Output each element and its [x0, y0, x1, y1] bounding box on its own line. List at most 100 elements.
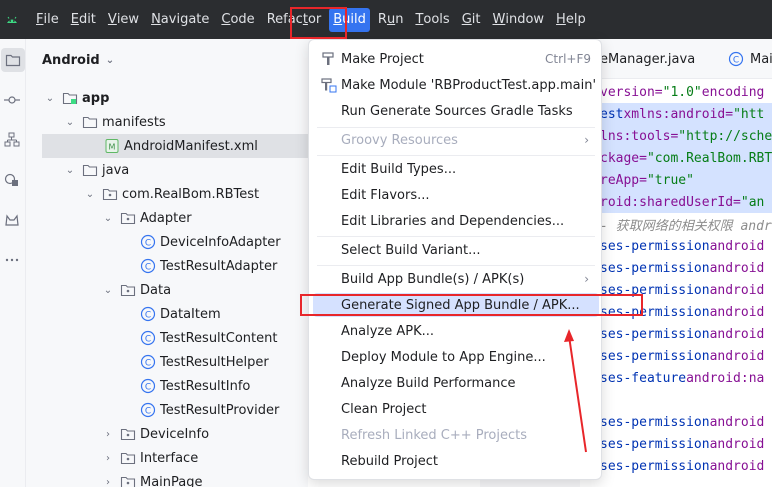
chevron-down-icon[interactable]: ⌄ [102, 284, 114, 296]
code-line[interactable]: lns:tools= "http://sche [600, 125, 772, 147]
chevron-down-icon[interactable]: ⌄ [64, 116, 76, 128]
code-line[interactable]: roid:sharedUserId= "an [600, 191, 772, 213]
structure-icon[interactable] [0, 128, 24, 152]
menu-item-label: Groovy Resources [341, 132, 458, 148]
code-token: xmlns:android= [623, 106, 734, 122]
code-token: android [709, 436, 765, 452]
code-line[interactable]: reApp= "true" [600, 169, 772, 191]
chevron-right-icon[interactable]: › [102, 476, 114, 487]
menu-item-label: Refresh Linked C++ Projects [341, 427, 528, 443]
menu-navigate[interactable]: Navigate [147, 8, 213, 32]
menu-help[interactable]: Help [552, 8, 590, 32]
resource-manager-icon[interactable] [0, 168, 24, 192]
tree-node-mainpage[interactable]: › MainPage [26, 470, 308, 487]
tree-node-class[interactable]: C TestResultAdapter [26, 254, 308, 278]
menu-tools[interactable]: Tools [411, 8, 453, 32]
menu-git[interactable]: Git [458, 8, 485, 32]
menu-run[interactable]: Run [374, 8, 408, 32]
code-line[interactable]: ckage= "com.RealBom.RBT [600, 147, 772, 169]
code-line[interactable]: ses-permission android [600, 301, 764, 323]
menu-separator [317, 236, 595, 237]
code-line[interactable]: ses-permission android [600, 455, 764, 477]
code-line[interactable]: est xmlns:android= "htt [600, 103, 772, 125]
tree-label: TestResultHelper [160, 354, 269, 370]
chevron-down-icon[interactable]: ⌄ [102, 212, 114, 224]
code-token: version= [600, 84, 663, 100]
groovy-resources-item[interactable]: Groovy Resources › [313, 128, 599, 152]
code-line[interactable]: version= "1.0" encoding [600, 81, 764, 103]
code-token: android [709, 326, 765, 342]
code-token: encoding [701, 84, 765, 100]
code-line[interactable]: - 获取网络的相关权限 andr [600, 213, 772, 235]
code-line[interactable]: ses-permission android [600, 411, 764, 433]
tree-node-manifests[interactable]: ⌄ manifests [26, 110, 308, 134]
make-module-item[interactable]: Make Module 'RBProductTest.app.main' [313, 73, 599, 97]
chevron-down-icon[interactable]: ⌄ [44, 92, 56, 104]
project-view-selector[interactable]: Android ⌄ [42, 53, 114, 68]
tree-node-class[interactable]: C TestResultProvider [26, 398, 308, 422]
red-arrow-annotation [564, 329, 587, 453]
tree-node-class[interactable]: C DataItem [26, 302, 308, 326]
code-line[interactable]: ses-permission android [600, 235, 764, 257]
tree-node-interface[interactable]: › Interface [26, 446, 308, 470]
main-menubar: File Edit View Navigate Code Refac t or Bu… [0, 0, 772, 39]
code-token: ses-permission [600, 348, 710, 364]
run-generate-sources-item[interactable]: Run Generate Sources Gradle Tasks [313, 99, 599, 123]
code-token: "true" [646, 172, 694, 188]
code-line[interactable]: ses-permission android [600, 257, 764, 279]
tree-node-java[interactable]: ⌄ java [26, 158, 308, 182]
tree-node-class[interactable]: C DeviceInfoAdapter [26, 230, 308, 254]
tab-device-manager[interactable]: eManager.java [600, 39, 695, 79]
select-build-variant-item[interactable]: Select Build Variant... [313, 238, 599, 262]
tab-main[interactable]: C Main [728, 39, 772, 79]
chevron-right-icon[interactable]: › [102, 452, 114, 464]
code-comment: - 获取网络的相关权限 andr [600, 218, 772, 234]
tree-node-androidmanifest[interactable]: M AndroidManifest.xml [42, 134, 308, 158]
code-line[interactable]: ses-permission android [600, 345, 764, 367]
class-icon: C [140, 330, 156, 346]
tree-node-data[interactable]: ⌄ Data [26, 278, 308, 302]
project-tool-window: Android ⌄ ⌄ app ⌄ manifests M AndroidMan… [26, 39, 308, 487]
menu-refactor[interactable]: Refac t or [263, 8, 326, 32]
tree-node-deviceinfo[interactable]: › DeviceInfo [26, 422, 308, 446]
menu-code[interactable]: Code [217, 8, 258, 32]
more-tools-icon[interactable] [0, 248, 24, 272]
edit-build-types-item[interactable]: Edit Build Types... [313, 157, 599, 181]
chevron-right-icon[interactable]: › [102, 428, 114, 440]
build-bundle-apk-item[interactable]: Build App Bundle(s) / APK(s) › [313, 267, 599, 291]
tree-node-package[interactable]: ⌄ com.RealBom.RBTest [26, 182, 308, 206]
code-line[interactable]: ses-permission android [600, 279, 764, 301]
svg-text:M: M [109, 143, 116, 152]
code-line[interactable]: ses-feature android:na [600, 367, 764, 389]
tree-node-class[interactable]: C TestResultHelper [26, 350, 308, 374]
edit-flavors-item[interactable]: Edit Flavors... [313, 183, 599, 207]
chevron-down-icon: ⌄ [105, 55, 115, 66]
tree-node-app[interactable]: ⌄ app [26, 86, 308, 110]
code-line[interactable]: ses-permission android [600, 323, 764, 345]
menu-view[interactable]: View [104, 8, 143, 32]
menu-window[interactable]: Window [488, 8, 548, 32]
code-token: "http://sche [678, 128, 772, 144]
package-icon [120, 450, 136, 466]
project-folder-icon[interactable] [1, 48, 25, 72]
edit-libraries-item[interactable]: Edit Libraries and Dependencies... [313, 209, 599, 233]
tree-label: TestResultContent [160, 330, 278, 346]
code-token: android:na [686, 370, 765, 386]
tree-node-adapter[interactable]: ⌄ Adapter [26, 206, 308, 230]
generate-signed-bundle-item[interactable]: Generate Signed App Bundle / APK... [313, 293, 599, 317]
chevron-down-icon[interactable]: ⌄ [64, 164, 76, 176]
android-studio-logo-icon [0, 8, 24, 32]
menu-file[interactable]: File [32, 8, 63, 32]
code-line[interactable]: ses-permission android [600, 433, 764, 455]
tree-node-class[interactable]: C TestResultContent [26, 326, 308, 350]
gradle-elephant-icon[interactable] [0, 208, 24, 232]
tree-label: MainPage [140, 474, 203, 487]
chevron-down-icon[interactable]: ⌄ [84, 188, 96, 200]
commit-icon[interactable] [0, 88, 24, 112]
menu-build[interactable]: Build [329, 7, 370, 32]
menu-edit[interactable]: Edit [67, 8, 100, 32]
make-project-item[interactable]: Make Project Ctrl+F9 [313, 47, 599, 71]
tree-node-class[interactable]: C TestResultInfo [26, 374, 308, 398]
svg-text:C: C [145, 263, 151, 273]
class-icon: C [140, 354, 156, 370]
